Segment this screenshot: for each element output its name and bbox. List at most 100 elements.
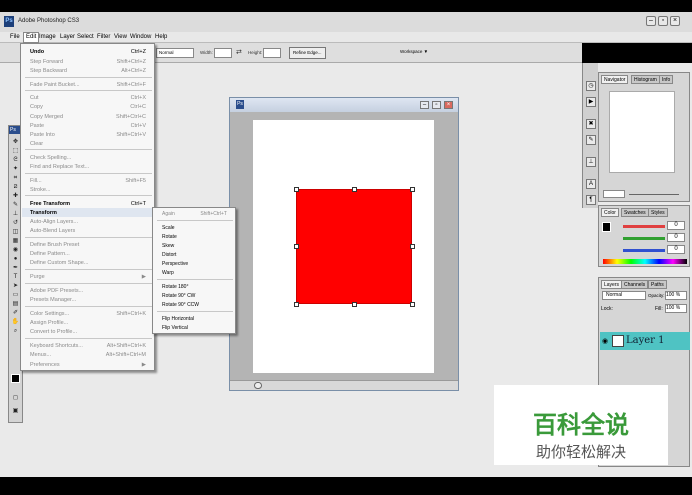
edit-menu-item[interactable]: Copy bbox=[30, 104, 43, 110]
menu-view[interactable]: View bbox=[112, 33, 129, 42]
red-rectangle-shape[interactable] bbox=[296, 189, 412, 304]
edit-menu-item[interactable]: Menus... bbox=[30, 352, 51, 358]
edit-menu-item[interactable]: Step Backward bbox=[30, 68, 67, 74]
marquee-tool-icon[interactable]: ⬚ bbox=[11, 147, 20, 155]
transform-handle[interactable] bbox=[410, 302, 415, 307]
edit-menu-item[interactable]: Paste bbox=[30, 123, 44, 129]
transform-menu-item[interactable]: Distort bbox=[162, 252, 176, 258]
notes-tool-icon[interactable]: ▤ bbox=[11, 300, 20, 308]
transform-handle[interactable] bbox=[352, 187, 357, 192]
navigator-preview[interactable] bbox=[609, 91, 675, 173]
brush-tool-icon[interactable]: ✎ bbox=[11, 201, 20, 209]
transform-menu-item[interactable]: Rotate bbox=[162, 234, 177, 240]
refine-edge-button[interactable]: Refine Edge... bbox=[289, 47, 326, 59]
doc-close-icon[interactable]: × bbox=[444, 101, 453, 109]
tab-channels[interactable]: Channels bbox=[621, 280, 649, 289]
tab-histogram[interactable]: Histogram bbox=[631, 75, 660, 84]
edit-menu-item[interactable]: Purge bbox=[30, 274, 45, 280]
edit-menu-item[interactable]: Paste Into bbox=[30, 132, 55, 138]
hand-tool-icon[interactable]: ✋ bbox=[11, 318, 20, 326]
gradient-tool-icon[interactable]: ▦ bbox=[11, 237, 20, 245]
edit-menu-item[interactable]: Find and Replace Text... bbox=[30, 164, 89, 170]
blend-mode-select[interactable]: Normal bbox=[602, 291, 646, 300]
transform-menu-item[interactable]: Scale bbox=[162, 225, 175, 231]
edit-menu-item[interactable]: Keyboard Shortcuts... bbox=[30, 343, 83, 349]
tab-info[interactable]: Info bbox=[659, 75, 674, 84]
tab-navigator[interactable]: Navigator bbox=[601, 75, 629, 84]
zoom-field[interactable] bbox=[603, 190, 625, 198]
lasso-tool-icon[interactable]: ᘓ bbox=[11, 156, 20, 164]
tab-layers[interactable]: Layers bbox=[601, 280, 623, 289]
scroll-thumb[interactable] bbox=[254, 382, 262, 389]
workspace-button[interactable]: Workspace ▼ bbox=[397, 47, 431, 59]
canvas[interactable] bbox=[253, 120, 434, 373]
transform-menu-item[interactable]: Rotate 180° bbox=[162, 284, 188, 290]
red-slider[interactable] bbox=[623, 225, 665, 228]
zoom-slider[interactable] bbox=[629, 194, 679, 195]
tab-styles[interactable]: Styles bbox=[648, 208, 668, 217]
edit-menu-item[interactable]: Undo bbox=[30, 49, 44, 55]
blue-slider[interactable] bbox=[623, 249, 665, 252]
color-ramp[interactable] bbox=[603, 259, 687, 264]
path-select-icon[interactable]: ➤ bbox=[11, 282, 20, 290]
green-slider[interactable] bbox=[623, 237, 665, 240]
edit-menu-item[interactable]: Presets Manager... bbox=[30, 297, 76, 303]
menu-file[interactable]: File bbox=[8, 33, 22, 42]
paragraph-panel-icon[interactable]: ¶ bbox=[586, 195, 596, 205]
transform-handle[interactable] bbox=[410, 187, 415, 192]
edit-menu-item[interactable]: Define Brush Preset bbox=[30, 242, 79, 248]
maximize-icon[interactable]: ▫ bbox=[658, 16, 668, 26]
edit-menu-item[interactable]: Assign Profile... bbox=[30, 320, 68, 326]
magic-wand-icon[interactable]: ✦ bbox=[11, 165, 20, 173]
doc-maximize-icon[interactable]: ▫ bbox=[432, 101, 441, 109]
visibility-eye-icon[interactable]: ◉ bbox=[602, 337, 608, 345]
edit-menu-item[interactable]: Color Settings... bbox=[30, 311, 69, 317]
edit-menu-item[interactable]: Check Spelling... bbox=[30, 155, 71, 161]
transform-handle[interactable] bbox=[294, 244, 299, 249]
blur-tool-icon[interactable]: ◉ bbox=[11, 246, 20, 254]
eraser-tool-icon[interactable]: ◫ bbox=[11, 228, 20, 236]
clone-source-icon[interactable]: ⊥ bbox=[586, 157, 596, 167]
edit-menu-item[interactable]: Auto-Blend Layers bbox=[30, 228, 75, 234]
dodge-tool-icon[interactable]: ● bbox=[11, 255, 20, 263]
menu-image[interactable]: Image bbox=[37, 33, 58, 42]
move-tool-icon[interactable]: ✥ bbox=[11, 138, 20, 146]
character-panel-icon[interactable]: A bbox=[586, 179, 596, 189]
menu-help[interactable]: Help bbox=[153, 33, 169, 42]
actions-panel-icon[interactable]: ▶ bbox=[586, 97, 596, 107]
transform-handle[interactable] bbox=[294, 302, 299, 307]
brushes-panel-icon[interactable]: ✎ bbox=[586, 135, 596, 145]
foreground-color-swatch[interactable] bbox=[11, 374, 20, 383]
transform-menu-item[interactable]: Flip Vertical bbox=[162, 325, 188, 331]
transform-menu-item[interactable]: Perspective bbox=[162, 261, 188, 267]
color-swatch[interactable] bbox=[602, 222, 611, 232]
edit-menu-item[interactable]: Copy Merged bbox=[30, 114, 63, 120]
close-icon[interactable]: × bbox=[670, 16, 680, 26]
menu-window[interactable]: Window bbox=[128, 33, 153, 42]
minimize-icon[interactable]: – bbox=[646, 16, 656, 26]
crop-tool-icon[interactable]: ⌗ bbox=[11, 174, 20, 182]
opacity-input[interactable]: 100 % bbox=[665, 291, 687, 300]
zoom-tool-icon[interactable]: ⌕ bbox=[11, 327, 20, 335]
transform-menu-item[interactable]: Warp bbox=[162, 270, 174, 276]
transform-menu-item[interactable]: Flip Horizontal bbox=[162, 316, 194, 322]
tab-paths[interactable]: Paths bbox=[648, 280, 667, 289]
blue-value[interactable]: 0 bbox=[667, 245, 685, 254]
tab-color[interactable]: Color bbox=[601, 208, 619, 217]
edit-menu-item[interactable]: Step Forward bbox=[30, 59, 63, 65]
layer-name[interactable]: Layer 1 bbox=[626, 335, 665, 346]
transform-handle[interactable] bbox=[294, 187, 299, 192]
edit-menu-item[interactable]: Fill... bbox=[30, 178, 42, 184]
transform-menu-item[interactable]: Rotate 90° CCW bbox=[162, 302, 199, 308]
shape-tool-icon[interactable]: ▭ bbox=[11, 291, 20, 299]
transform-handle[interactable] bbox=[410, 244, 415, 249]
edit-menu-item[interactable]: Fade Paint Bucket... bbox=[30, 82, 80, 88]
horizontal-scrollbar[interactable] bbox=[230, 380, 458, 390]
edit-menu-item[interactable]: Transform bbox=[30, 210, 57, 216]
transform-menu-item[interactable]: Skew bbox=[162, 243, 174, 249]
transform-menu-item[interactable]: Rotate 90° CW bbox=[162, 293, 195, 299]
edit-menu-item[interactable]: Cut bbox=[30, 95, 39, 101]
history-brush-icon[interactable]: ↺ bbox=[11, 219, 20, 227]
tool-presets-icon[interactable]: ✖ bbox=[586, 119, 596, 129]
transform-handle[interactable] bbox=[352, 302, 357, 307]
